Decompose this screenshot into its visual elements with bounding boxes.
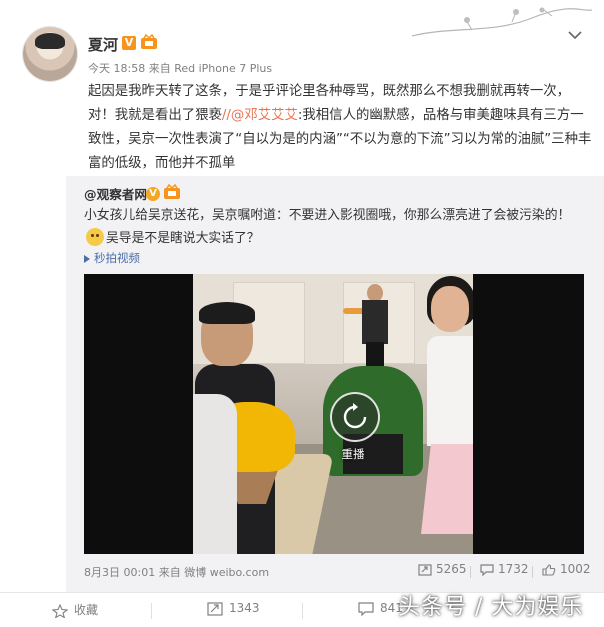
video-link-label: 秒拍视频: [94, 251, 140, 265]
chevron-down-icon[interactable]: [566, 28, 584, 42]
divider: [151, 603, 152, 619]
avatar[interactable]: [23, 27, 77, 81]
replay-label[interactable]: 重播: [322, 446, 384, 462]
repost-text-part2: 吴导是不是瞎说大实话了？: [106, 231, 260, 246]
repost-text: 小女孩儿给吴京送花，吴京嘱咐道：不要进入影视圈哦，你那么漂亮进了会被污染的！ 吴导…: [84, 204, 582, 250]
vip-icon: V: [122, 36, 136, 50]
post-meta: 今天 18:58 来自 Red iPhone 7 Plus: [88, 60, 272, 76]
video-link[interactable]: 秒拍视频: [84, 250, 140, 266]
waiter-body: [362, 300, 388, 344]
comment-icon: [480, 563, 494, 576]
repost-icon: [418, 563, 432, 576]
weibo-post-card: 夏河 V 今天 18:58 来自 Red iPhone 7 Plus 起因是我昨…: [0, 0, 604, 627]
replay-icon: [343, 403, 367, 429]
girl-skirt: [421, 444, 473, 534]
avatar-hair: [35, 33, 65, 49]
divider: [532, 566, 533, 578]
girl-face: [431, 286, 469, 332]
repost-meta: 8月3日 00:01 来自 微博 weibo.com: [84, 564, 269, 580]
post-device: Red iPhone 7 Plus: [174, 62, 273, 75]
divider: [470, 566, 471, 578]
post-content: 起因是我昨天转了这条，于是乎评论里各种辱骂，既然那么不想我删就再转一次，对！我就…: [88, 80, 594, 176]
like-count: 1002: [560, 562, 591, 576]
level-icon: [141, 34, 157, 49]
cat-emoji-icon: [86, 227, 104, 246]
watermark: 头条号 / 大为娱乐: [398, 595, 584, 620]
divider: [302, 603, 303, 619]
repost-date[interactable]: 8月3日 00:01: [84, 566, 155, 579]
comment-count: 1732: [498, 562, 529, 576]
comment-count-button[interactable]: 1732: [480, 562, 529, 576]
favorite-icon: [51, 603, 69, 619]
comment-icon: [358, 601, 374, 616]
like-count-button[interactable]: 1002: [542, 562, 591, 576]
video-player[interactable]: 重播: [84, 274, 584, 554]
reposted-weibo: @观察者网 V 小女孩儿给吴京送花，吴京嘱咐道：不要进入影视圈哦，你那么漂亮进了…: [66, 176, 604, 592]
repost-text-part1: 小女孩儿给吴京送花，吴京嘱咐道：不要进入影视圈哦，你那么漂亮进了会被污染的！: [84, 208, 571, 223]
repost-username[interactable]: @观察者网: [84, 184, 147, 203]
repost-action-count: 1343: [229, 601, 260, 615]
repost-icon: [207, 601, 223, 616]
repost-count: 5265: [436, 562, 467, 576]
verified-icon: V: [146, 187, 160, 201]
play-icon: [84, 254, 90, 263]
comment-button[interactable]: 841: [358, 601, 403, 616]
like-icon: [542, 563, 556, 576]
repost-count-button[interactable]: 5265: [418, 562, 467, 576]
scene-girl: [421, 274, 473, 554]
man-hair: [199, 302, 255, 324]
replay-button[interactable]: [330, 392, 380, 442]
post-username[interactable]: 夏河: [88, 34, 118, 55]
girl-top: [427, 336, 473, 446]
favorite-label: 收藏: [74, 603, 99, 617]
scene-white-figure: [193, 394, 237, 554]
favorite-button[interactable]: 收藏: [51, 601, 99, 619]
repost-button[interactable]: 1343: [207, 601, 260, 616]
branch-decoration: [412, 7, 592, 37]
repost-source: 微博 weibo.com: [184, 566, 270, 579]
post-time[interactable]: 今天 18:58: [88, 62, 145, 75]
repost-source-prefix: 来自: [158, 566, 181, 579]
level-icon: [164, 184, 180, 199]
mention-link[interactable]: //@邓艾艾艾: [222, 108, 298, 123]
source-prefix: 来自: [148, 62, 171, 75]
